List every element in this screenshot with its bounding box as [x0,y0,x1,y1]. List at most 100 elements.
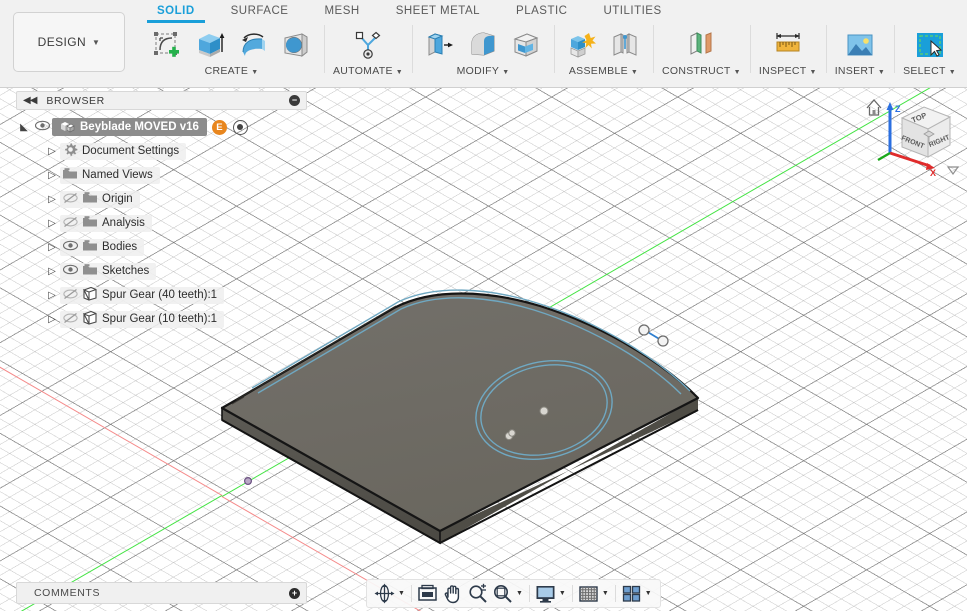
expand-arrow-icon[interactable]: ▷ [44,146,60,157]
comments-title: COMMENTS [34,587,101,599]
tree-item-origin[interactable]: ▷ Origin [16,187,307,211]
chevron-down-icon[interactable]: ▼ [398,590,405,597]
press-pull-icon[interactable] [421,25,459,65]
eye-visible-icon[interactable] [60,240,80,254]
extrude-icon[interactable] [191,25,229,65]
tab-sheet-metal[interactable]: SHEET METAL [378,3,498,20]
panel-create: CREATE ▼ [139,23,324,85]
minus-circle-icon[interactable]: − [289,95,300,106]
panel-construct: CONSTRUCT ▼ [653,23,750,85]
zoom-icon[interactable] [465,581,490,606]
create-sketch-icon[interactable] [148,25,186,65]
tab-mesh[interactable]: MESH [306,3,377,20]
view-cube[interactable]: Z X TOP FRONT RIGHT [862,91,962,179]
collapse-left-icon[interactable]: ◀◀ [23,95,37,106]
expand-arrow-icon[interactable]: ▷ [44,218,60,229]
workspace-label: DESIGN [37,35,87,49]
shell-icon[interactable] [507,25,545,65]
expand-arrow-icon[interactable]: ▷ [44,290,60,301]
select-window-icon[interactable] [911,25,949,65]
pan-hand-icon[interactable] [440,581,465,606]
offset-plane-icon[interactable] [682,25,720,65]
home-icon[interactable] [866,99,882,116]
panel-select-text: SELECT [903,65,946,77]
tree-item-document-settings[interactable]: ▷ Document Settings [16,139,307,163]
eye-visible-icon[interactable] [60,264,80,278]
folder-icon [80,239,100,255]
ribbon-toolbar: DESIGN ▼ SOLID SURFACE MESH SHEET METAL … [0,0,967,88]
expand-arrow-icon[interactable]: ◣ [16,122,32,133]
sweep-icon[interactable] [277,25,315,65]
tree-item-sketches[interactable]: ▷ Sketches [16,259,307,283]
chevron-down-icon[interactable]: ▼ [516,590,523,597]
component-icon [80,286,100,304]
folder-icon [60,167,80,183]
expand-arrow-icon[interactable]: ▷ [44,170,60,181]
expand-arrow-icon[interactable]: ▷ [44,266,60,277]
expand-arrow-icon[interactable]: ▷ [44,242,60,253]
tab-surface[interactable]: SURFACE [213,3,307,20]
tab-plastic[interactable]: PLASTIC [498,3,585,20]
tree-item-analysis[interactable]: ▷ Analysis [16,211,307,235]
panel-label-assemble[interactable]: ASSEMBLE ▼ [569,65,638,77]
tab-utilities[interactable]: UTILITIES [585,3,679,20]
browser-title: BROWSER [46,94,105,107]
tree-label: Sketches [102,265,150,277]
tab-solid[interactable]: SOLID [139,3,213,23]
panel-label-construct[interactable]: CONSTRUCT ▼ [662,65,741,77]
orbit-icon[interactable] [372,581,397,606]
tree-label: Bodies [102,241,138,253]
divider [410,585,412,602]
chevron-down-icon[interactable]: ▼ [645,590,652,597]
panel-label-select[interactable]: SELECT ▼ [903,65,956,77]
revolve-icon[interactable] [234,25,272,65]
panel-label-create[interactable]: CREATE ▼ [205,65,259,77]
joint-icon[interactable] [606,25,644,65]
workspace-switcher-button[interactable]: DESIGN ▼ [13,12,125,72]
eye-visible-icon[interactable] [32,120,52,134]
root-component-label: Beyblade MOVED v16 [80,121,199,133]
panel-assemble: ASSEMBLE ▼ [554,23,653,85]
new-component-icon[interactable] [563,25,601,65]
panel-modify: MODIFY ▼ [412,23,554,85]
tree-item-spur-gear-40[interactable]: ▷ Spur Gear (40 teeth):1 [16,283,307,307]
panel-inspect-text: INSPECT [758,65,807,77]
plus-circle-icon[interactable]: + [289,587,300,599]
chevron-down-icon[interactable]: ▼ [602,590,609,597]
expand-arrow-icon[interactable]: ▷ [44,194,60,205]
panel-label-insert[interactable]: INSERT ▼ [835,65,885,77]
panel-insert-text: INSERT [834,65,875,77]
edit-in-place-badge[interactable]: E [211,119,227,135]
panel-label-inspect[interactable]: INSPECT ▼ [759,65,817,77]
viewports-icon[interactable] [619,581,644,606]
insert-image-icon[interactable] [841,25,879,65]
eye-hidden-icon[interactable] [60,216,80,231]
panel-label-modify[interactable]: MODIFY ▼ [457,65,510,77]
look-at-icon[interactable] [415,581,440,606]
grid-snaps-icon[interactable] [576,581,601,606]
eye-hidden-icon[interactable] [60,312,80,327]
eye-hidden-icon[interactable] [60,192,80,207]
cube-faces[interactable]: TOP FRONT RIGHT [900,106,952,158]
panel-label-automate[interactable]: AUTOMATE ▼ [333,65,403,77]
eye-hidden-icon[interactable] [60,288,80,303]
activate-radio-icon[interactable] [232,119,248,135]
tree-item-bodies[interactable]: ▷ Bodies [16,235,307,259]
tree-root-row[interactable]: ◣ Beyblade MOVED v16 E [16,115,307,139]
measure-icon[interactable] [769,25,807,65]
comments-panel-header[interactable]: COMMENTS + [16,582,307,604]
fillet-icon[interactable] [464,25,502,65]
tree-label: Document Settings [82,145,180,157]
tree-label: Spur Gear (10 teeth):1 [102,313,218,325]
automate-icon[interactable] [349,25,387,65]
tree-item-spur-gear-10[interactable]: ▷ Spur Gear (10 teeth):1 [16,307,307,331]
view-rotate-arrow-icon[interactable] [946,166,960,176]
tree-item-named-views[interactable]: ▷ Named Views [16,163,307,187]
fit-icon[interactable] [490,581,515,606]
panel-automate: AUTOMATE ▼ [324,23,412,85]
folder-icon [80,215,100,231]
chevron-down-icon[interactable]: ▼ [559,590,566,597]
display-settings-icon[interactable] [533,581,558,606]
panel-select: SELECT ▼ [894,23,965,85]
expand-arrow-icon[interactable]: ▷ [44,314,60,325]
